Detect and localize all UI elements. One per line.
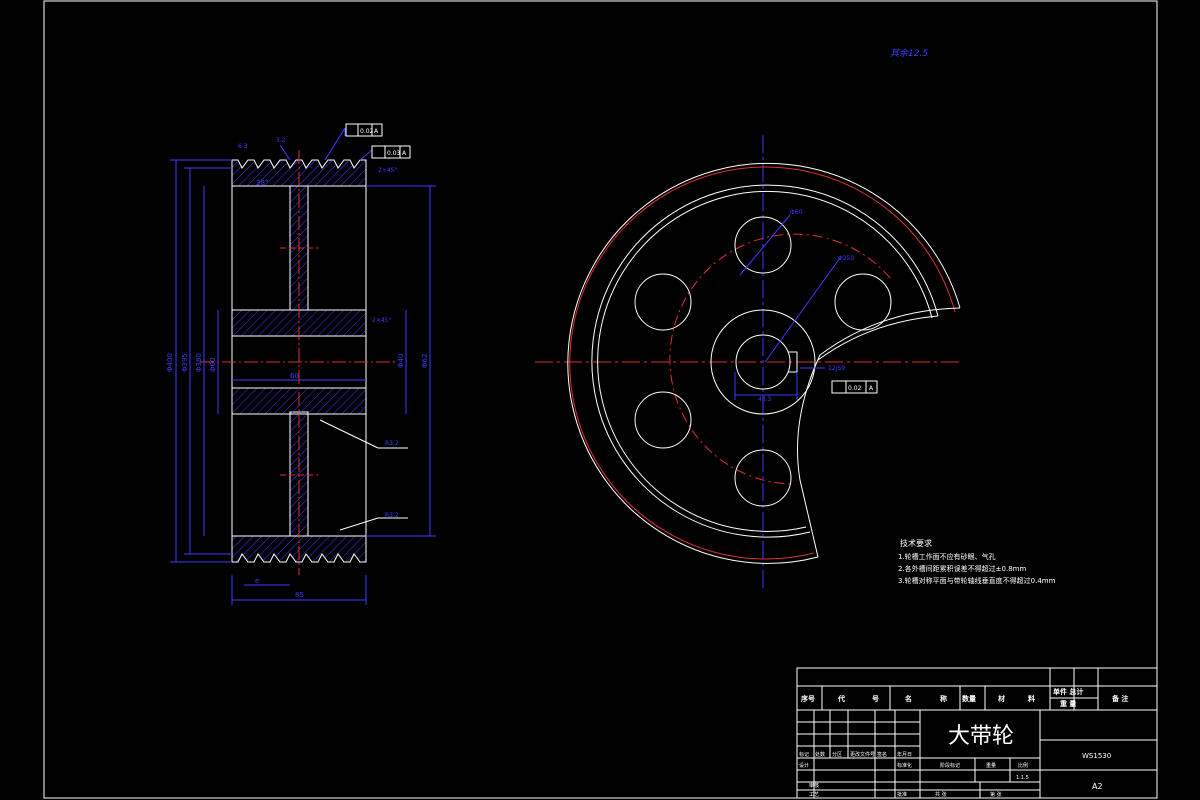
dim-hub-dia: Φ60 (209, 358, 217, 372)
tol-frame-3: A (374, 128, 379, 135)
hdr-code-2: 号 (872, 694, 879, 703)
front-tol-value: 0.02 (848, 385, 862, 392)
stage-label: 阶段标记 (940, 762, 960, 769)
hdr-code-1: 代 (837, 694, 845, 703)
dim-groove-pitch: e (255, 577, 259, 585)
inner-rim-1 (591, 184, 939, 538)
dim-width: 85 (295, 591, 304, 599)
dim-right-dia: Φ62 (421, 354, 429, 368)
rev-label-doc: 更改文件号 (850, 751, 875, 758)
tech-req-item-1: 1.轮槽工作面不应有砂眼、气孔 (898, 552, 996, 561)
front-view: Φ60 Φ250 43.3 12JS9 0.02 A (535, 135, 961, 590)
side-section-view: Φ400 Φ395 Φ380 Φ60 Φ40 Φ62 85 e 60 38° 2… (166, 123, 436, 605)
dim-outer-dia: Φ400 (166, 353, 174, 372)
hdr-name-1: 名 (905, 694, 912, 703)
drawing-number: WS1530 (1082, 752, 1111, 760)
sheet-size: A2 (1092, 782, 1103, 791)
technical-requirements: 技术要求 1.轮槽工作面不应有砂眼、气孔 2.各外槽间距累积误差不得超过±0.8… (898, 538, 1056, 585)
hdr-remark: 备 注 (1111, 694, 1128, 703)
tech-req-item-2: 2.各外槽间距累积误差不得超过±0.8mm (898, 564, 1026, 573)
dim-root-dia: Φ380 (195, 353, 203, 372)
dim-chamfer-1: 2×45° (378, 167, 397, 174)
drawing-border (43, 0, 1158, 799)
top-roughness-note: 其余12.5 (890, 48, 928, 59)
sheet-total: 共 张 (935, 791, 947, 798)
hdr-name-2: 称 (940, 694, 947, 703)
design-label: 设计 (799, 762, 809, 769)
lightening-hole-lower-left (634, 391, 692, 449)
lightening-hole-upper-left (634, 273, 692, 331)
hdr-mat-2: 料 (1028, 694, 1035, 703)
web-lower (289, 411, 309, 537)
inner-rim-2 (597, 190, 933, 532)
rev-label-count: 处数 (815, 751, 825, 758)
dim-pitch-dia: Φ395 (181, 353, 189, 372)
tol-frame-1: 0.02 (360, 128, 374, 135)
tol-frame-2: 0.03 (387, 150, 401, 157)
rev-label-date: 年月日 (897, 751, 912, 758)
dim-hub-length: 60 (290, 372, 299, 380)
pitch-circle (669, 233, 891, 485)
sheet-no: 第 张 (990, 791, 1002, 798)
dim-keyway-width: 12JS9 (828, 365, 845, 372)
hdr-seq: 序号 (800, 694, 815, 703)
dim-keyway-depth: 43.3 (758, 396, 772, 403)
approve-label: 批准 (897, 791, 907, 798)
dim-fillet-1: R3.2 (385, 440, 399, 447)
part-name: 大带轮 (948, 724, 1014, 749)
outer-rim (567, 162, 961, 564)
roughness-b: 6.3 (238, 143, 248, 150)
check-label: 审核 (809, 782, 819, 789)
hdr-qty: 数量 (962, 694, 976, 703)
tol-frame-4: A (402, 150, 407, 157)
dim-bore: Φ40 (397, 354, 405, 368)
hdr-mat-1: 材 (997, 694, 1005, 703)
process-label: 工艺 (809, 792, 819, 798)
front-tol-ref: A (869, 385, 874, 392)
lightening-hole-upper-right (834, 273, 892, 331)
hdr-weight-2: 重 量 (1060, 699, 1076, 708)
scale-label: 比例 (1018, 762, 1028, 769)
tech-req-title: 技术要求 (900, 538, 932, 548)
weight-label: 重量 (986, 762, 996, 769)
tech-req-item-3: 3.轮槽对称平面与带轮轴线垂直度不得超过0.4mm (898, 576, 1056, 585)
standard-label: 标准化 (897, 762, 912, 769)
drawing-canvas: 其余12.5 Φ400 Φ395 Φ380 Φ60 Φ40 Φ62 85 e 6… (43, 0, 1158, 799)
rev-label-sign: 签名 (877, 751, 887, 758)
rev-label-mark: 标记 (799, 751, 809, 758)
roughness-a: 3.2 (276, 137, 286, 144)
rev-label-zone: 分区 (832, 751, 842, 758)
hdr-weight-1: 单件 总计 (1053, 687, 1083, 696)
scale-value: 1:1.5 (1016, 775, 1029, 781)
dim-pcd: Φ250 (838, 255, 854, 262)
outer-rim-red (569, 166, 956, 560)
dim-hole-dia: Φ60 (790, 209, 803, 216)
cutaway-edge (797, 307, 961, 558)
dim-chamfer-2: 2×45° (372, 317, 391, 324)
dim-groove-angle: 38° (256, 179, 268, 187)
